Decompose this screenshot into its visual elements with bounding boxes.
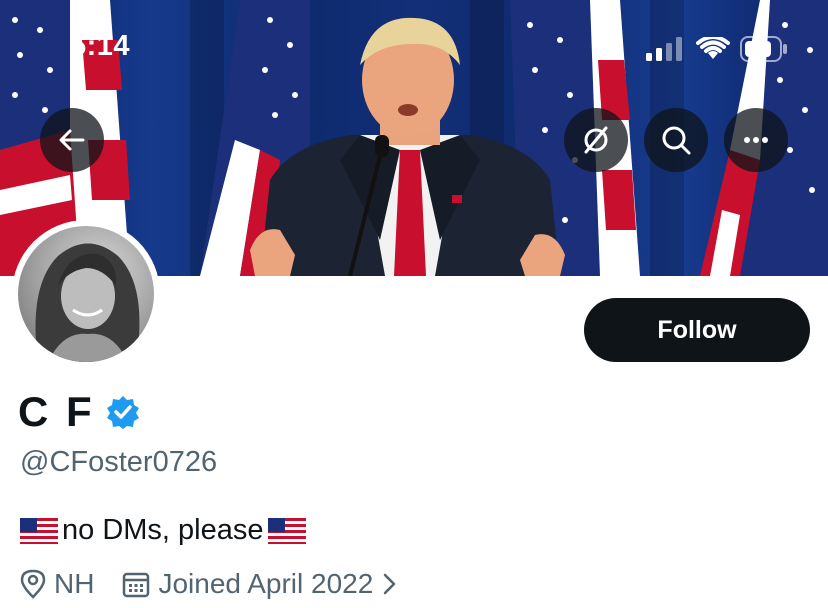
back-arrow-icon xyxy=(59,129,85,151)
signal-icon xyxy=(646,37,682,61)
calendar-icon xyxy=(123,572,150,598)
profile-name: C F xyxy=(18,388,95,435)
status-time: 5:14 xyxy=(70,30,131,62)
more-icon xyxy=(744,137,768,143)
avatar[interactable] xyxy=(12,220,160,368)
joined-item[interactable]: Joined April 2022 xyxy=(122,568,399,600)
follow-button[interactable]: Follow xyxy=(584,298,810,362)
battery-icon xyxy=(740,36,787,62)
avatar-photo xyxy=(18,226,154,362)
banner-speaker-photo xyxy=(250,17,565,276)
search-icon xyxy=(662,126,691,155)
profile-meta: NH Joined April 2022 xyxy=(20,568,399,600)
back-button[interactable] xyxy=(40,108,104,172)
us-flag-icon xyxy=(20,517,58,544)
mute-icon xyxy=(584,126,608,154)
location-pin-icon xyxy=(20,569,46,599)
status-icons xyxy=(646,36,788,62)
bio-text: no DMs, please xyxy=(62,514,264,546)
joined-text: Joined April 2022 xyxy=(158,568,374,599)
wifi-icon xyxy=(696,37,730,59)
us-flag-icon xyxy=(267,517,306,544)
more-button[interactable] xyxy=(724,108,788,172)
profile-name-row: C F xyxy=(18,388,141,436)
profile-handle: @CFoster0726 xyxy=(20,446,218,478)
location-text: NH xyxy=(54,568,95,599)
mute-button[interactable] xyxy=(564,108,628,172)
verified-badge-icon[interactable] xyxy=(105,394,141,430)
chevron-right-icon xyxy=(384,573,396,595)
location-item: NH xyxy=(20,568,94,600)
profile-bio: no DMs, please xyxy=(20,514,306,547)
search-button[interactable] xyxy=(644,108,708,172)
